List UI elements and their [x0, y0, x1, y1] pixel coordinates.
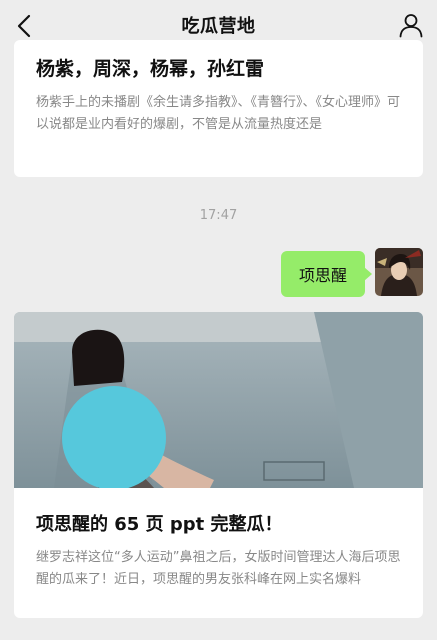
article-card[interactable]: 项思醒的 65 页 ppt 完整瓜！ 继罗志祥这位“多人运动”鼻祖之后，女版时间…: [14, 312, 423, 618]
message-text: 项思醒: [298, 266, 347, 285]
profile-button[interactable]: [397, 11, 425, 39]
article-summary: 杨紫手上的未播剧《余生请多指教》、《青簪行》、《女心理师》可以说都是业内看好的爆…: [36, 95, 401, 132]
page-title: 吃瓜营地: [181, 16, 256, 37]
article-summary: 继罗志祥这位“多人运动”鼻祖之后，女版时间管理达人海后项思醒的瓜来了！近日，项思…: [36, 550, 401, 587]
article-card[interactable]: 杨紫，周深，杨幂，孙红雷 杨紫手上的未播剧《余生请多指教》、《青簪行》、《女心理…: [14, 40, 423, 177]
article-title: 项思醒的 65 页 ppt 完整瓜！: [36, 514, 283, 535]
article-cover-image: [14, 312, 423, 488]
message-bubble[interactable]: 项思醒: [280, 251, 373, 297]
article-title: 杨紫，周深，杨幂，孙红雷: [36, 58, 265, 80]
message-timestamp: 17:47: [199, 208, 238, 223]
back-button[interactable]: [10, 12, 38, 40]
blur-circle: [62, 386, 166, 488]
person-icon: [399, 14, 423, 38]
chevron-left-icon: [17, 14, 31, 38]
avatar-image: [375, 248, 423, 296]
avatar[interactable]: [375, 248, 423, 296]
